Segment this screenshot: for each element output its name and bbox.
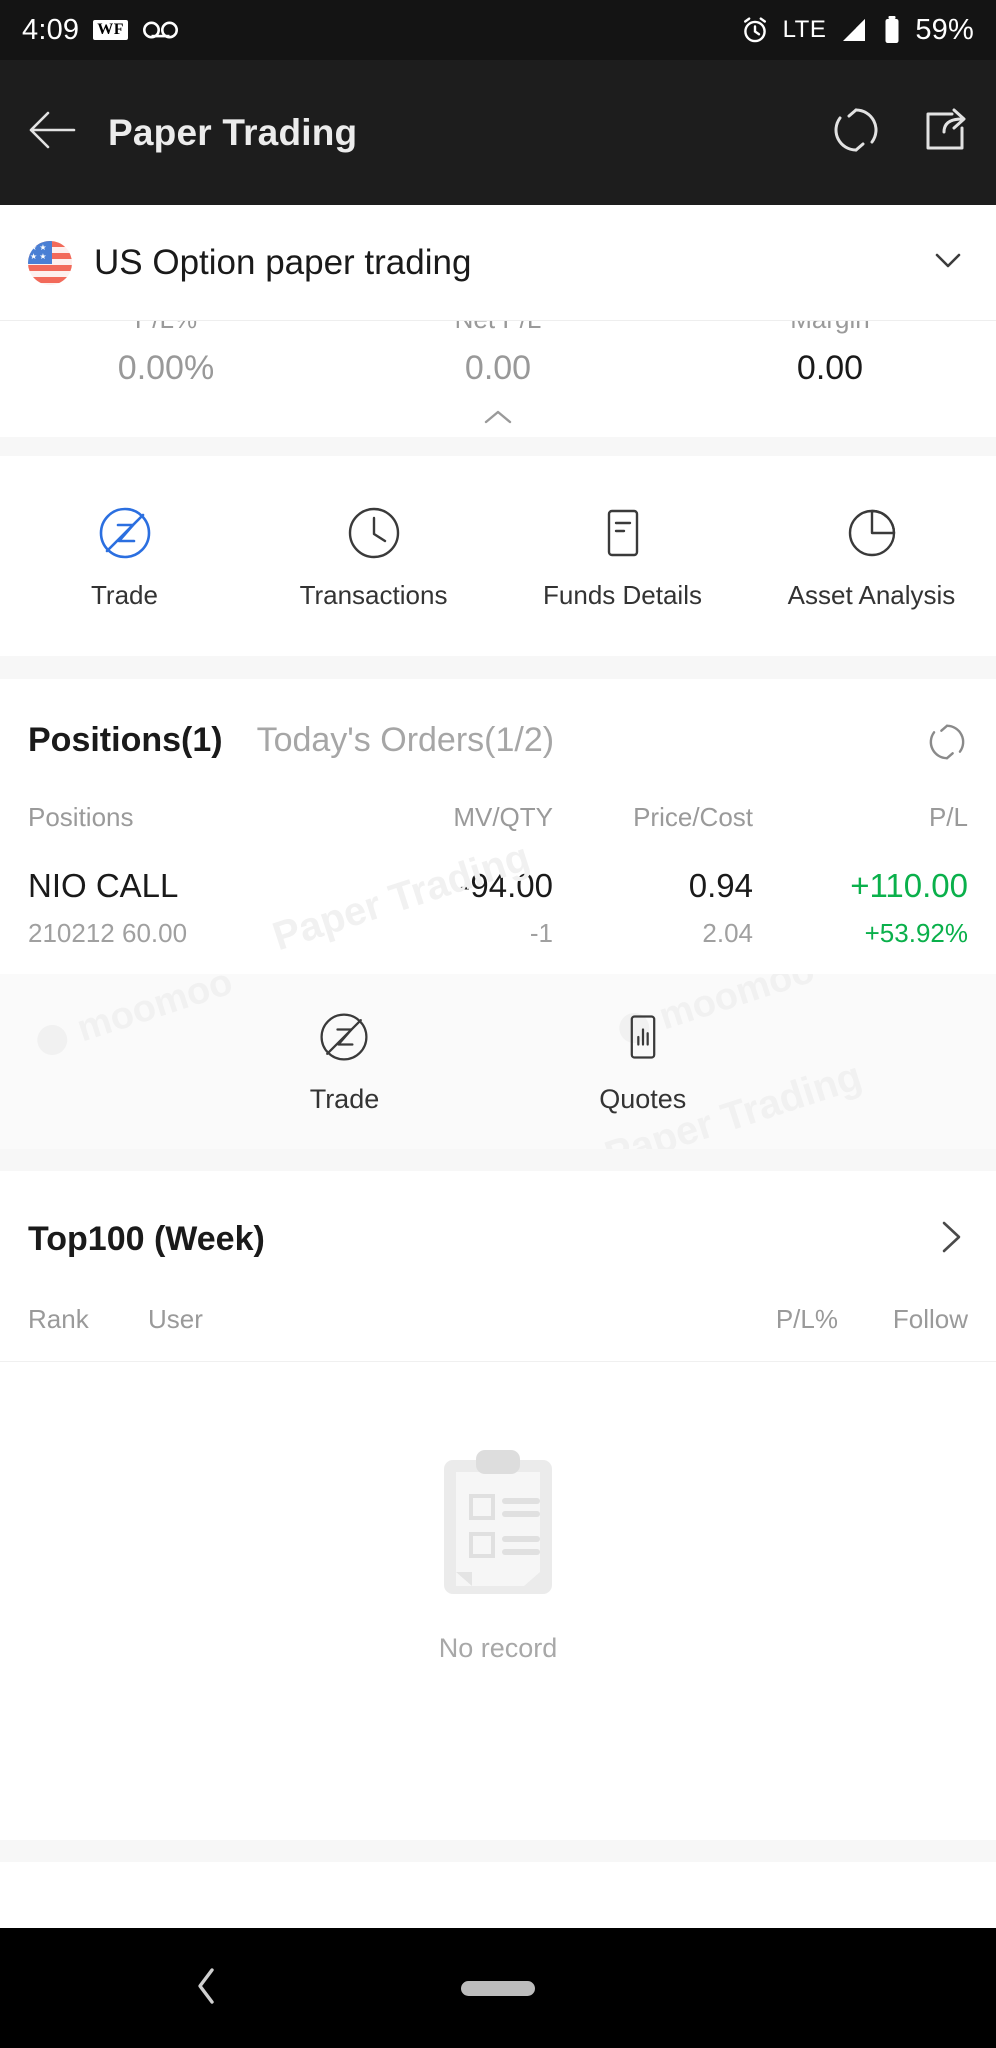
- top100-empty-state: No record: [0, 1362, 996, 1664]
- account-name: US Option paper trading: [94, 242, 472, 282]
- top100-header[interactable]: Top100 (Week): [0, 1171, 996, 1264]
- quick-action-trade[interactable]: Trade: [0, 502, 249, 611]
- trade-z-icon: [310, 1009, 380, 1070]
- app-header: Paper Trading: [0, 60, 996, 205]
- position-action-bar: moomoo moomoo Paper Trading Trade Quotes: [0, 974, 996, 1149]
- tab-todays-orders[interactable]: Today's Orders(1/2): [257, 721, 554, 760]
- position-trade-label: Trade: [309, 1083, 380, 1114]
- pie-chart-icon: [747, 502, 996, 564]
- quick-action-label: Asset Analysis: [787, 579, 956, 610]
- alarm-icon: [740, 15, 770, 45]
- position-price: 0.94: [688, 867, 753, 904]
- share-icon[interactable]: [918, 104, 970, 161]
- quick-action-asset-analysis[interactable]: Asset Analysis: [747, 502, 996, 611]
- stat-value: 0.00%: [117, 349, 215, 387]
- account-summary-stats: P/L% 0.00% Net P/L 0.00 Margin 0.00: [0, 320, 996, 437]
- column-header-mv-qty: MV/QTY: [453, 802, 553, 832]
- column-header-user: User: [148, 1304, 203, 1334]
- back-arrow-icon[interactable]: [26, 109, 78, 156]
- page-title: Paper Trading: [108, 111, 358, 153]
- stat-value: 0.00: [464, 349, 532, 387]
- us-flag-icon: [28, 240, 72, 285]
- quotes-bar-icon: [599, 1009, 686, 1070]
- column-header-pl-percent: P/L%: [775, 1304, 838, 1334]
- moomoo-logo-icon: [37, 1024, 68, 1055]
- column-header-follow: Follow: [892, 1304, 968, 1334]
- position-cost: 2.04: [702, 918, 753, 948]
- account-selector[interactable]: US Option paper trading: [0, 205, 996, 320]
- column-header-price-cost: Price/Cost: [633, 802, 753, 832]
- empty-state-label: No record: [438, 1633, 558, 1663]
- wf-app-badge: WF: [93, 19, 129, 41]
- watermark-moomoo-left: moomoo: [26, 974, 238, 1066]
- status-bar: 4:09 WF LTE 59%: [0, 0, 996, 60]
- position-trade-button[interactable]: Trade: [309, 1009, 380, 1115]
- stat-margin: Margin 0.00: [664, 321, 996, 388]
- stat-label: P/L%: [0, 321, 332, 339]
- refresh-icon[interactable]: [926, 721, 968, 768]
- status-bar-left: 4:09 WF: [22, 14, 180, 47]
- quick-actions-bar: Trade Transactions Funds Details Asset A…: [0, 456, 996, 656]
- nav-home-pill-icon[interactable]: [461, 1980, 535, 1996]
- nav-back-icon[interactable]: [193, 1964, 221, 2013]
- header-actions: [830, 104, 970, 161]
- section-divider: [0, 1149, 996, 1171]
- clock-icon: [249, 502, 498, 564]
- position-pl: +110.00: [850, 867, 968, 904]
- position-pl-percent: +53.92%: [864, 918, 968, 948]
- table-row[interactable]: Paper Trading NIO CALL 210212 60.00 -94.…: [0, 833, 996, 959]
- chevron-up-icon[interactable]: [0, 406, 996, 433]
- system-nav-bar: [0, 1928, 996, 2048]
- position-symbol: NIO CALL: [28, 867, 179, 904]
- section-divider: [0, 656, 996, 679]
- network-type-label: LTE: [782, 16, 827, 43]
- status-time: 4:09: [22, 13, 80, 46]
- quick-action-transactions[interactable]: Transactions: [249, 502, 498, 611]
- paper-trading-screen: 4:09 WF LTE 59% Paper Trading ★ ★ ★ ★ US…: [0, 0, 996, 2048]
- spacer: [0, 949, 996, 974]
- positions-column-headers: Positions MV/QTY Price/Cost P/L: [0, 768, 996, 833]
- trade-z-icon: [0, 502, 249, 564]
- position-quotes-label: Quotes: [599, 1083, 687, 1114]
- column-header-positions: Positions: [28, 802, 134, 832]
- document-icon: [498, 502, 747, 564]
- refresh-icon[interactable]: [830, 104, 882, 161]
- battery-percent: 59%: [915, 13, 974, 46]
- stat-net-pl: Net P/L 0.00: [332, 321, 664, 388]
- position-pl-cell: +110.00 +53.92%: [753, 867, 968, 949]
- quick-action-label: Transactions: [299, 579, 448, 610]
- stat-label: Net P/L: [332, 321, 664, 339]
- quick-action-funds-details[interactable]: Funds Details: [498, 502, 747, 611]
- position-contract: 210212 60.00: [28, 918, 188, 948]
- column-header-pl: P/L: [928, 802, 968, 832]
- status-bar-right: LTE 59%: [740, 14, 974, 47]
- position-market-value: -94.00: [459, 867, 553, 904]
- position-name-cell: NIO CALL 210212 60.00: [28, 867, 363, 949]
- position-price-cost-cell: 0.94 2.04: [553, 867, 753, 949]
- chevron-right-icon[interactable]: [932, 1215, 968, 1264]
- tab-positions[interactable]: Positions(1): [28, 721, 223, 760]
- chevron-down-icon[interactable]: [928, 240, 968, 285]
- quick-action-label: Trade: [91, 579, 158, 610]
- signal-bars-icon: [839, 16, 869, 44]
- column-header-rank: Rank: [28, 1304, 89, 1334]
- voicemail-icon: [142, 18, 180, 42]
- position-quotes-button[interactable]: Quotes: [599, 1009, 686, 1115]
- positions-tabs: Positions(1) Today's Orders(1/2): [0, 679, 996, 768]
- clipboard-empty-icon: [444, 1450, 552, 1594]
- battery-icon: [882, 15, 902, 45]
- section-divider: [0, 1840, 996, 1862]
- section-divider: [0, 437, 996, 456]
- stat-label: Margin: [664, 321, 996, 339]
- position-mv-qty-cell: -94.00 -1: [363, 867, 553, 949]
- stat-pl-percent: P/L% 0.00%: [0, 321, 332, 388]
- stat-value: 0.00: [796, 349, 864, 387]
- position-quantity: -1: [529, 918, 553, 948]
- quick-action-label: Funds Details: [543, 579, 702, 610]
- top100-column-headers: Rank User P/L% Follow: [0, 1264, 996, 1362]
- top100-title: Top100 (Week): [28, 1220, 265, 1258]
